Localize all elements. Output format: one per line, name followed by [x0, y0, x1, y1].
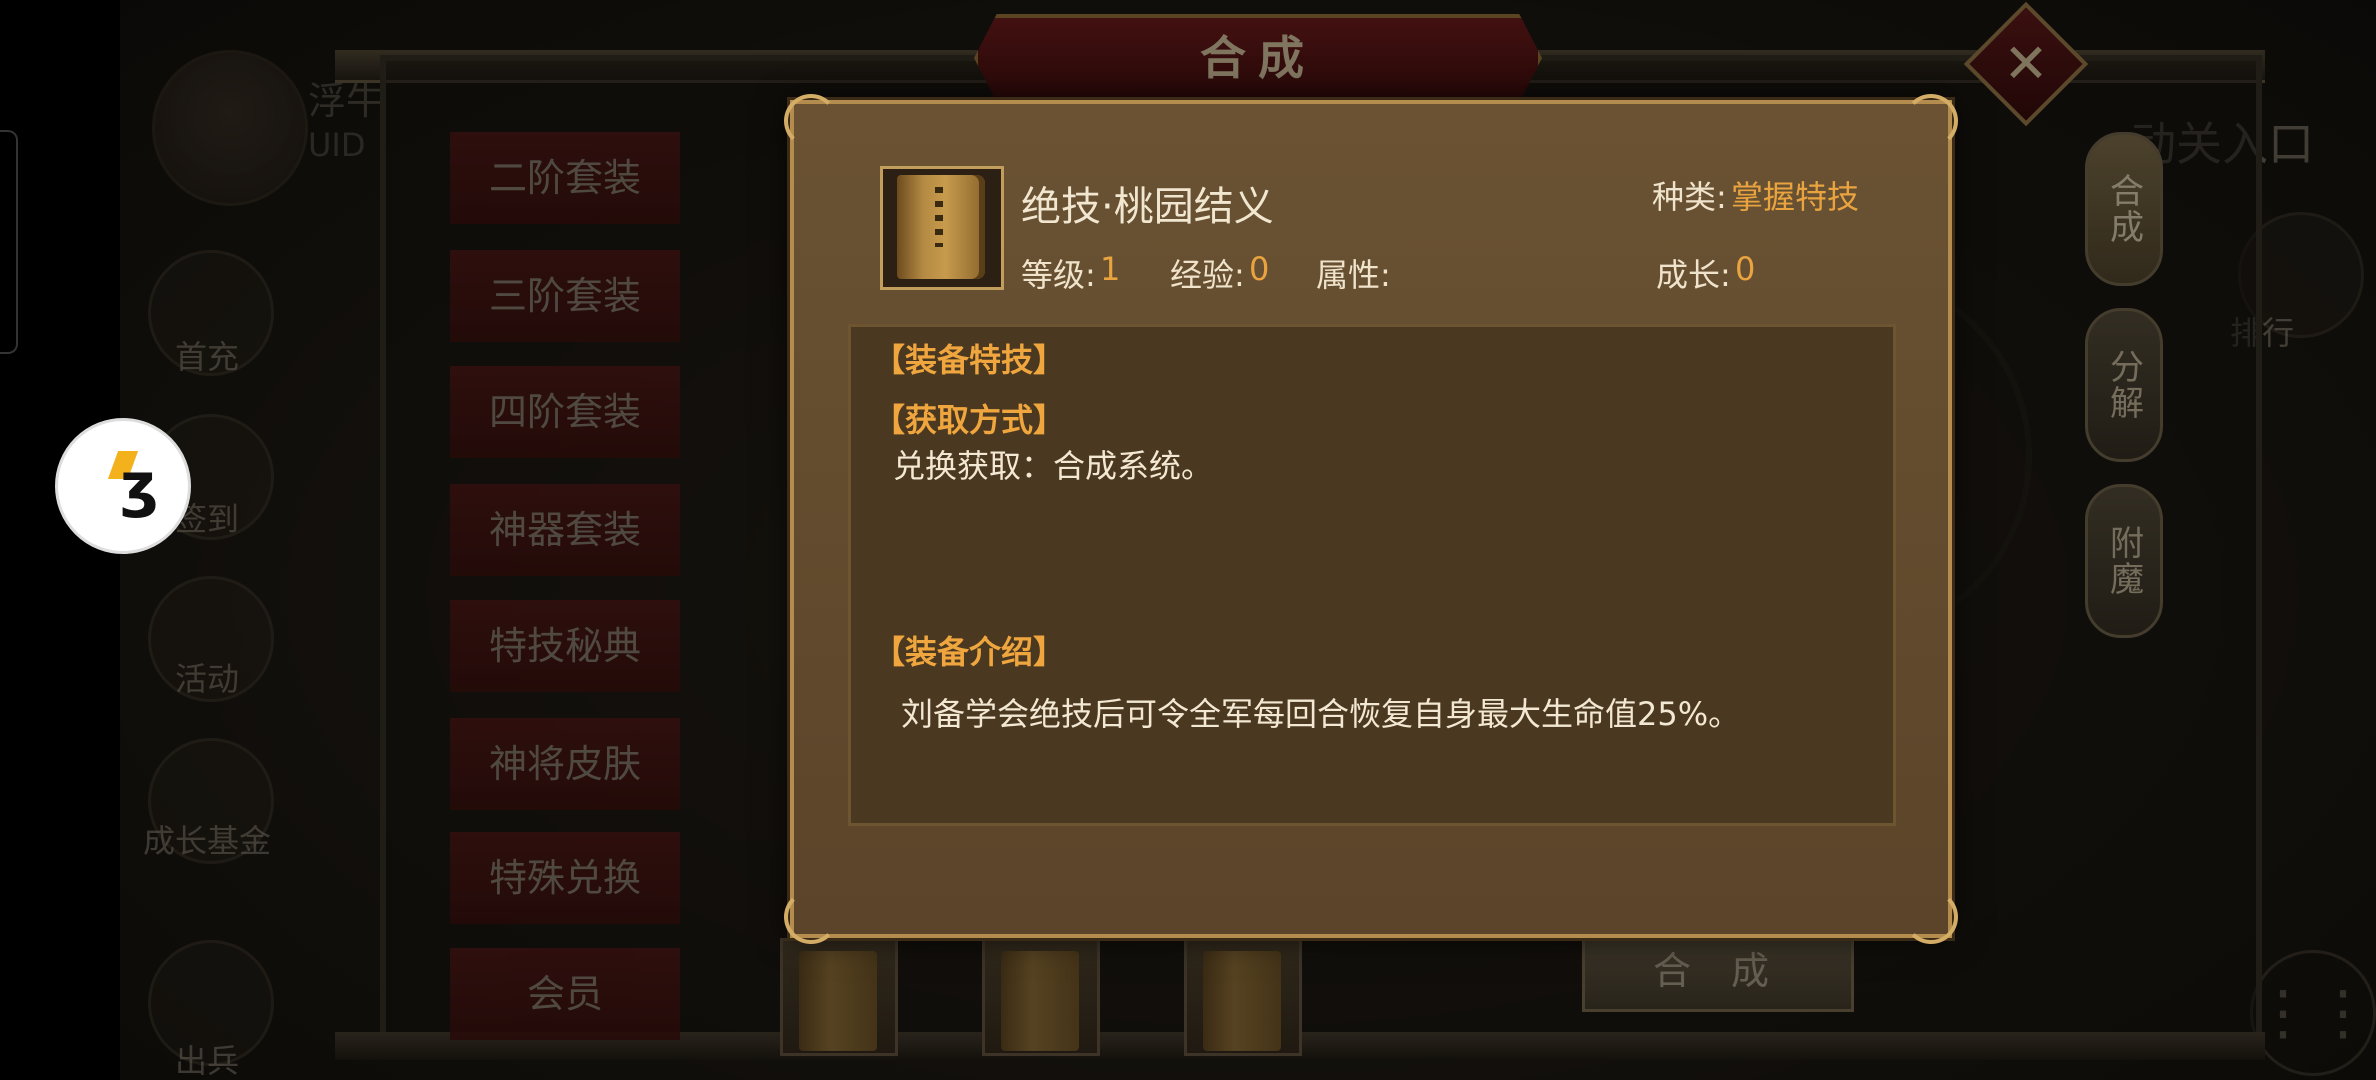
item-intro-title: 【装备介绍】: [873, 633, 1066, 671]
floating-assistant-bubble[interactable]: ʒ: [55, 418, 191, 554]
exp-value: 0: [1249, 250, 1270, 288]
screen: 浮牛 UID 首充 签到 活动 成长基金 出兵 动关入口 排行 ⋮⋮⋮ 合成 ✕…: [0, 0, 2376, 1080]
special-skill-title: 【装备特技】: [873, 341, 1066, 379]
item-name: 绝技·桃园结义: [1021, 184, 1274, 230]
attribute-label: 属性:: [1316, 256, 1391, 294]
category-label: 种类:: [1652, 178, 1727, 216]
corner-ornament: [784, 94, 838, 148]
exp-label: 经验:: [1170, 256, 1245, 294]
growth-label: 成长:: [1656, 256, 1731, 294]
description-panel: 【装备特技】 【获取方式】 兑换获取：合成系统。 【装备介绍】 刘备学会绝技后可…: [848, 324, 1896, 826]
game-view: 浮牛 UID 首充 签到 活动 成长基金 出兵 动关入口 排行 ⋮⋮⋮ 合成 ✕…: [120, 0, 2376, 1080]
obtain-method-text: 兑换获取：合成系统。: [893, 447, 1214, 485]
assistant-logo-icon: ʒ: [120, 450, 159, 520]
item-intro-text: 刘备学会绝技后可令全军每回合恢复自身最大生命值25%。: [901, 695, 1741, 733]
level-label: 等级:: [1021, 256, 1096, 294]
corner-ornament: [1904, 94, 1958, 148]
book-title-strip: [935, 187, 943, 247]
corner-ornament: [1904, 890, 1958, 944]
item-icon: [880, 166, 1004, 290]
growth-value: 0: [1735, 250, 1756, 288]
level-value: 1: [1100, 250, 1121, 288]
corner-ornament: [784, 890, 838, 944]
edge-handle[interactable]: [0, 130, 18, 354]
category-value: 掌握特技: [1731, 178, 1860, 216]
obtain-method-title: 【获取方式】: [873, 401, 1066, 439]
item-tooltip: 绝技·桃园结义 种类: 掌握特技 等级: 1 经验: 0 属性: 成长: 0 【…: [784, 94, 1958, 944]
